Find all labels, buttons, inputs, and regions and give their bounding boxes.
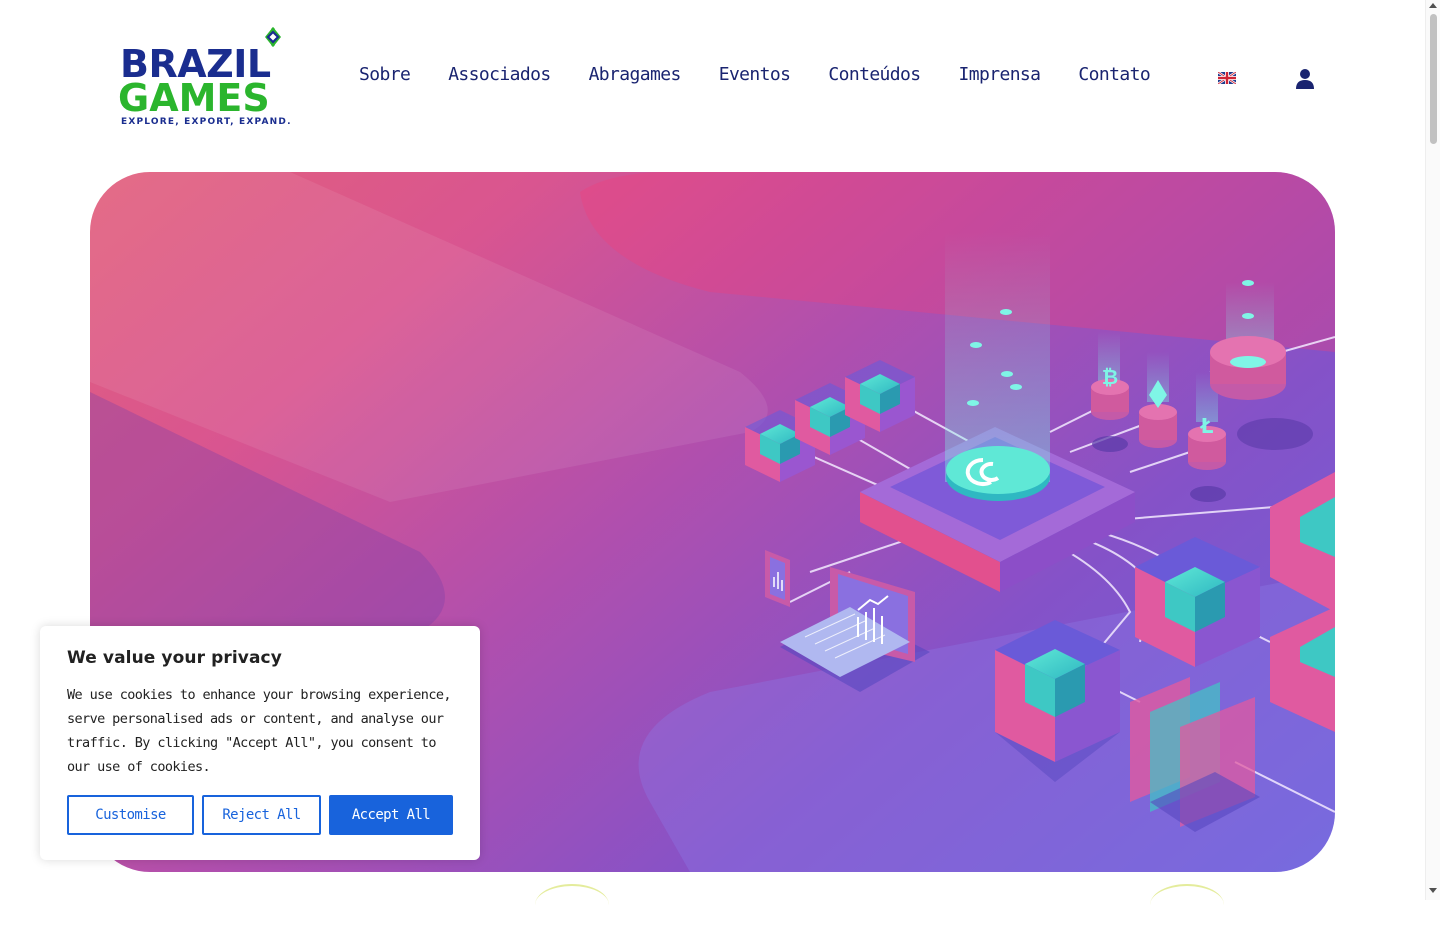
cookie-description: We use cookies to enhance your browsing … [67,687,452,775]
logo-tagline: EXPLORE, EXPORT, EXPAND. [121,117,292,127]
svg-text:₿: ₿ [1102,365,1118,389]
svg-text:Ł: Ł [1200,414,1214,438]
nav-item-sobre[interactable]: Sobre [359,64,411,85]
nav-item-abragames[interactable]: Abragames [589,64,682,85]
brazil-games-logo[interactable]: BRAZIL GAMES EXPLORE, EXPORT, EXPAND. [118,24,293,130]
accept-all-button[interactable]: Accept All [329,795,453,835]
customise-button[interactable]: Customise [67,795,194,835]
nav-item-eventos[interactable]: Eventos [719,64,791,85]
page-scrollbar[interactable] [1425,0,1440,900]
main-nav: Sobre Associados Abragames Eventos Conte… [359,64,1188,85]
nav-item-associados[interactable]: Associados [448,64,551,85]
scroll-down-arrow-icon[interactable] [1429,888,1437,893]
scroll-up-arrow-icon[interactable] [1429,3,1437,8]
user-icon[interactable] [1295,68,1315,89]
nav-item-contato[interactable]: Contato [1078,64,1150,85]
reject-all-button[interactable]: Reject All [202,795,321,835]
section-ornament-left [535,884,609,926]
nav-item-imprensa[interactable]: Imprensa [959,64,1042,85]
site-header: BRAZIL GAMES EXPLORE, EXPORT, EXPAND. So… [0,0,1425,160]
cookie-consent-banner: We value your privacy We use cookies to … [40,626,480,860]
cookie-title: We value your privacy [67,648,282,668]
section-ornament-right [1150,884,1224,926]
nav-item-conteudos[interactable]: Conteúdos [828,64,921,85]
logo-line-games: GAMES [118,76,270,120]
uk-flag-icon[interactable] [1218,72,1236,84]
scrollbar-thumb[interactable] [1430,14,1437,144]
